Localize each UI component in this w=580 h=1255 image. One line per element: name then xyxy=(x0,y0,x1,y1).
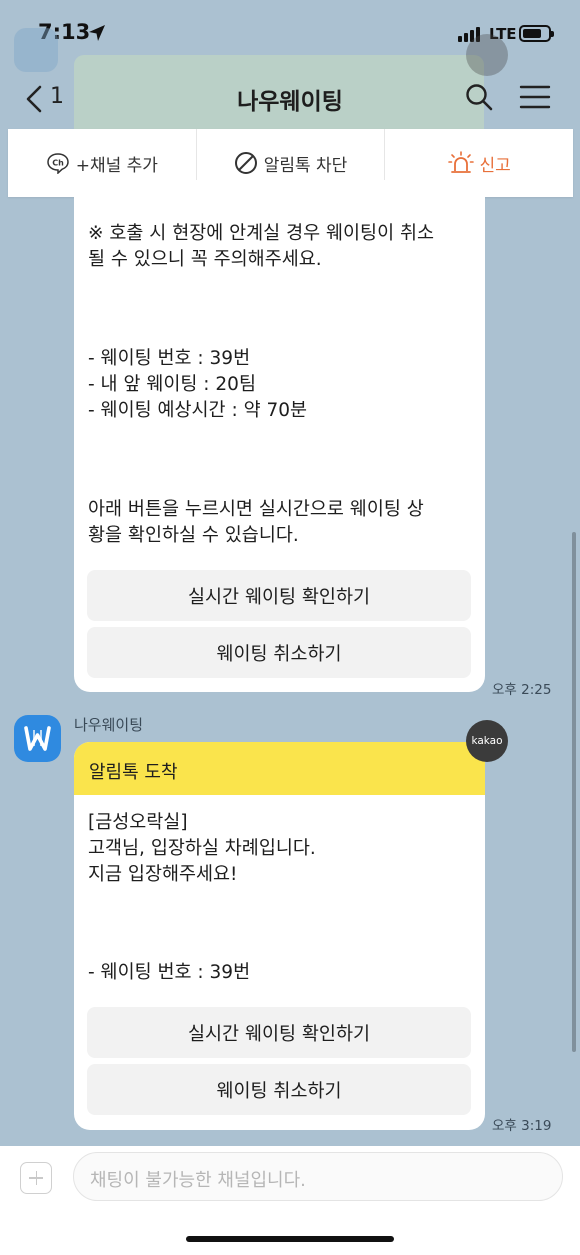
channel-avatar[interactable] xyxy=(14,715,61,762)
block-icon xyxy=(234,152,257,174)
check-waiting-button[interactable]: 실시간 웨이팅 확인하기 xyxy=(87,1007,471,1058)
siren-icon xyxy=(447,151,474,173)
message-bubble-waiting-info: ※ 호출 시 현장에 안계실 경우 웨이팅이 취소 될 수 있으니 꼭 주의해주… xyxy=(74,180,485,692)
battery-icon xyxy=(519,25,554,42)
home-indicator xyxy=(186,1236,394,1242)
add-channel-label: +채널 추가 xyxy=(75,155,158,176)
search-icon[interactable] xyxy=(464,82,494,112)
cancel-waiting-button[interactable]: 웨이팅 취소하기 xyxy=(87,627,471,678)
nowwaiting-logo-icon xyxy=(24,726,51,751)
report-label: 신고 xyxy=(479,155,511,176)
chat-input[interactable]: 채팅이 불가능한 채널입니다. xyxy=(73,1152,563,1201)
waiting-number: - 웨이팅 번호 : 39번 xyxy=(88,962,251,983)
entry-message: [금성오락실] 고객님, 입장하실 차례입니다. 지금 입장해주세요! xyxy=(88,812,316,885)
scrolled-avatar xyxy=(14,28,58,72)
guide-text: 아래 버튼을 누르시면 실시간으로 웨이팅 상 황을 확인하실 수 있습니다. xyxy=(88,499,424,546)
message-bubble-alimtalk: 알림톡 도착 [금성오락실] 고객님, 입장하실 차례입니다. 지금 입장해주세… xyxy=(74,742,485,1130)
location-arrow-icon xyxy=(89,25,105,41)
message-time: 오후 2:25 xyxy=(492,682,552,698)
channel-icon: Ch xyxy=(46,153,69,174)
sender-name: 나우웨이팅 xyxy=(74,716,144,734)
alimtalk-header: 알림톡 도착 xyxy=(74,742,485,795)
notice-text: ※ 호출 시 현장에 안계실 경우 웨이팅이 취소 될 수 있으니 꼭 주의해주… xyxy=(88,223,435,270)
kakao-badge: kakao xyxy=(466,720,508,762)
cancel-waiting-button[interactable]: 웨이팅 취소하기 xyxy=(87,1064,471,1115)
check-waiting-button[interactable]: 실시간 웨이팅 확인하기 xyxy=(87,570,471,621)
scrollbar[interactable] xyxy=(572,532,576,1052)
chat-header: 1 나우웨이팅 xyxy=(0,68,580,128)
svg-text:Ch: Ch xyxy=(52,159,64,168)
message-time: 오후 3:19 xyxy=(492,1118,552,1134)
menu-icon[interactable] xyxy=(519,84,551,110)
plus-icon[interactable] xyxy=(20,1162,52,1194)
block-alimtalk-label: 알림톡 차단 xyxy=(263,155,348,176)
waiting-details: - 웨이팅 번호 : 39번 - 내 앞 웨이팅 : 20팀 - 웨이팅 예상시… xyxy=(88,348,308,421)
